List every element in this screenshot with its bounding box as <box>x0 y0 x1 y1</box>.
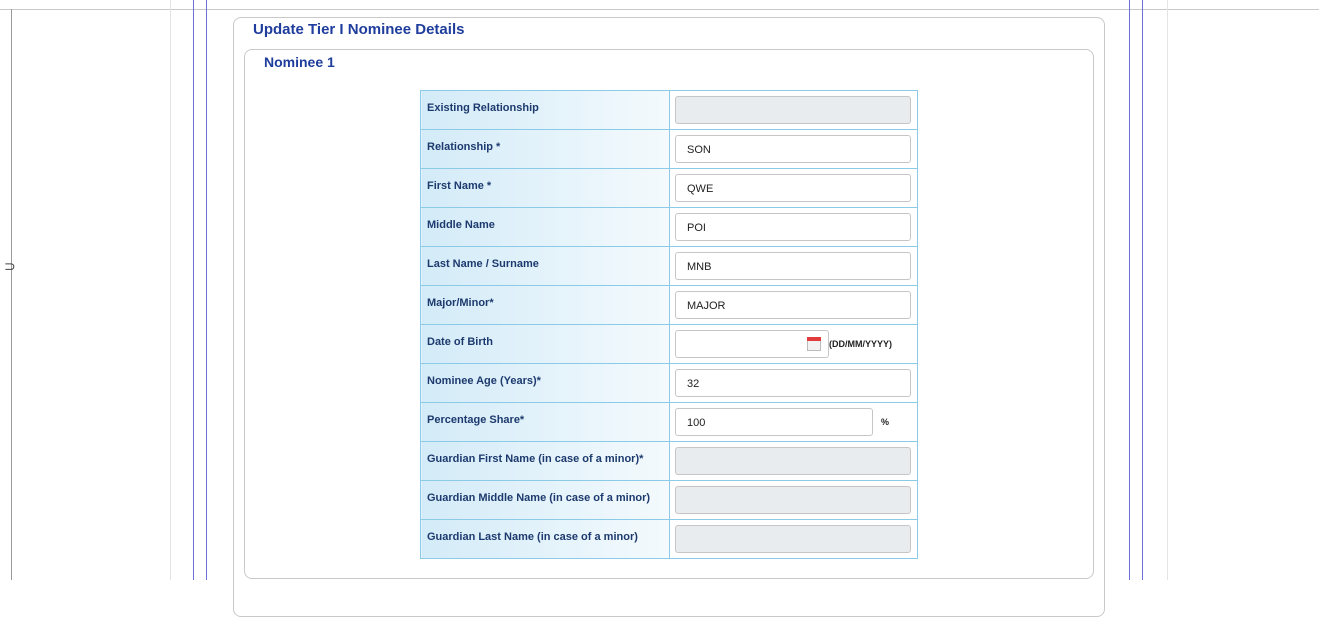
major-minor-label: Major/Minor* <box>420 285 670 325</box>
percent-sign: % <box>881 417 890 427</box>
scroll-handle-icon[interactable]: ⊃ <box>4 258 16 275</box>
date-of-birth-field[interactable] <box>675 330 829 358</box>
frame-line-left <box>193 0 194 580</box>
guardian-first-name-label: Guardian First Name (in case of a minor)… <box>420 441 670 481</box>
percentage-share-field[interactable]: 100 <box>675 408 873 436</box>
existing-relationship-label: Existing Relationship <box>420 90 670 130</box>
form-row-middle-name: Middle Name POI <box>420 207 918 247</box>
guardian-last-name-label: Guardian Last Name (in case of a minor) <box>420 519 670 559</box>
middle-name-label: Middle Name <box>420 207 670 247</box>
form-row-existing-relationship: Existing Relationship <box>420 90 918 130</box>
form-row-guardian-middle-name: Guardian Middle Name (in case of a minor… <box>420 480 918 520</box>
date-format-hint: (DD/MM/YYYY) <box>829 339 892 349</box>
form-row-date-of-birth: Date of Birth (DD/MM/YYYY) <box>420 324 918 364</box>
last-name-label: Last Name / Surname <box>420 246 670 286</box>
first-name-field[interactable]: QWE <box>675 174 911 202</box>
form-row-last-name: Last Name / Surname MNB <box>420 246 918 286</box>
relationship-label: Relationship * <box>420 129 670 169</box>
last-name-field[interactable]: MNB <box>675 252 911 280</box>
left-divider <box>11 9 12 580</box>
nominee-age-field[interactable]: 32 <box>675 369 911 397</box>
frame-line-right <box>1142 0 1143 580</box>
section-title: Nominee 1 <box>264 54 335 70</box>
relationship-field[interactable]: SON <box>675 135 911 163</box>
calendar-icon[interactable] <box>807 337 821 351</box>
form-row-guardian-last-name: Guardian Last Name (in case of a minor) <box>420 519 918 559</box>
form-row-first-name: First Name * QWE <box>420 168 918 208</box>
guardian-last-name-field <box>675 525 911 553</box>
guardian-middle-name-label: Guardian Middle Name (in case of a minor… <box>420 480 670 520</box>
guardian-first-name-field <box>675 447 911 475</box>
form-row-nominee-age: Nominee Age (Years)* 32 <box>420 363 918 403</box>
guardian-middle-name-field <box>675 486 911 514</box>
major-minor-select[interactable]: MAJOR <box>675 291 911 319</box>
form-row-percentage-share: Percentage Share* 100% <box>420 402 918 442</box>
existing-relationship-field <box>675 96 911 124</box>
frame-line-left-inner <box>206 0 207 580</box>
nominee-form-table: Existing Relationship Relationship * SON… <box>420 90 918 559</box>
percentage-share-label: Percentage Share* <box>420 402 670 442</box>
form-row-major-minor: Major/Minor* MAJOR <box>420 285 918 325</box>
date-of-birth-label: Date of Birth <box>420 324 670 364</box>
form-row-relationship: Relationship * SON <box>420 129 918 169</box>
page-title: Update Tier I Nominee Details <box>253 21 465 38</box>
nominee-age-label: Nominee Age (Years)* <box>420 363 670 403</box>
first-name-label: First Name * <box>420 168 670 208</box>
middle-name-field[interactable]: POI <box>675 213 911 241</box>
frame-line-right-inner <box>1129 0 1130 580</box>
form-row-guardian-first-name: Guardian First Name (in case of a minor)… <box>420 441 918 481</box>
